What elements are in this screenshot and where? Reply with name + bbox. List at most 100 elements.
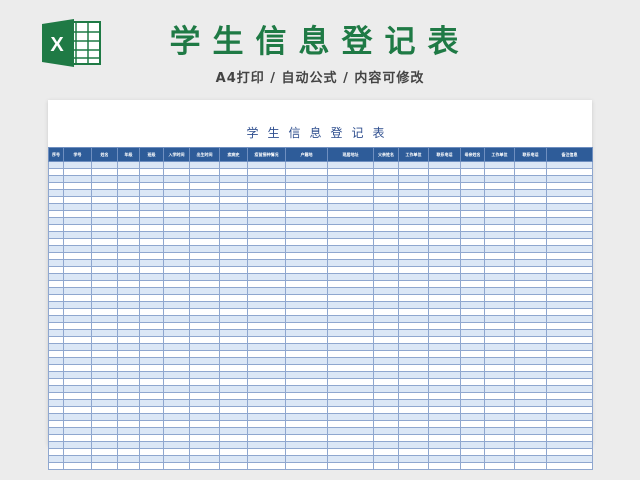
table-cell[interactable] bbox=[247, 329, 286, 337]
table-cell[interactable] bbox=[398, 266, 429, 274]
table-cell[interactable] bbox=[189, 336, 220, 344]
table-cell[interactable] bbox=[514, 280, 547, 288]
table-cell[interactable] bbox=[484, 399, 515, 407]
table-cell[interactable] bbox=[460, 336, 485, 344]
table-cell[interactable] bbox=[189, 427, 220, 435]
table-cell[interactable] bbox=[484, 287, 515, 295]
table-cell[interactable] bbox=[163, 448, 190, 456]
column-header[interactable]: 母亲姓名 bbox=[460, 147, 485, 162]
table-cell[interactable] bbox=[247, 196, 286, 204]
table-cell[interactable] bbox=[139, 231, 164, 239]
table-cell[interactable] bbox=[117, 259, 140, 267]
table-cell[interactable] bbox=[91, 371, 118, 379]
table-cell[interactable] bbox=[514, 168, 547, 176]
table-cell[interactable] bbox=[189, 203, 220, 211]
table-cell[interactable] bbox=[163, 364, 190, 372]
table-cell[interactable] bbox=[460, 399, 485, 407]
table-cell[interactable] bbox=[189, 280, 220, 288]
table-cell[interactable] bbox=[91, 462, 118, 470]
table-cell[interactable] bbox=[460, 385, 485, 393]
table-cell[interactable] bbox=[514, 329, 547, 337]
table-cell[interactable] bbox=[398, 434, 429, 442]
table-cell[interactable] bbox=[428, 399, 461, 407]
table-cell[interactable] bbox=[428, 420, 461, 428]
table-cell[interactable] bbox=[247, 357, 286, 365]
table-cell[interactable] bbox=[514, 308, 547, 316]
table-cell[interactable] bbox=[428, 266, 461, 274]
table-cell[interactable] bbox=[139, 434, 164, 442]
table-cell[interactable] bbox=[48, 392, 64, 400]
table-cell[interactable] bbox=[163, 252, 190, 260]
table-cell[interactable] bbox=[163, 161, 190, 169]
table-cell[interactable] bbox=[460, 455, 485, 463]
table-cell[interactable] bbox=[247, 301, 286, 309]
table-cell[interactable] bbox=[91, 455, 118, 463]
table-cell[interactable] bbox=[91, 364, 118, 372]
table-cell[interactable] bbox=[398, 378, 429, 386]
table-cell[interactable] bbox=[373, 161, 399, 169]
table-cell[interactable] bbox=[139, 217, 164, 225]
table-cell[interactable] bbox=[398, 189, 429, 197]
table-cell[interactable] bbox=[63, 287, 92, 295]
table-cell[interactable] bbox=[484, 161, 515, 169]
table-cell[interactable] bbox=[48, 224, 64, 232]
table-cell[interactable] bbox=[117, 455, 140, 463]
table-cell[interactable] bbox=[327, 413, 374, 421]
table-cell[interactable] bbox=[189, 175, 220, 183]
table-cell[interactable] bbox=[514, 448, 547, 456]
table-cell[interactable] bbox=[117, 434, 140, 442]
table-cell[interactable] bbox=[327, 441, 374, 449]
table-cell[interactable] bbox=[373, 378, 399, 386]
table-cell[interactable] bbox=[163, 392, 190, 400]
table-cell[interactable] bbox=[546, 168, 593, 176]
table-cell[interactable] bbox=[63, 392, 92, 400]
table-cell[interactable] bbox=[189, 413, 220, 421]
table-cell[interactable] bbox=[398, 420, 429, 428]
table-cell[interactable] bbox=[117, 357, 140, 365]
table-cell[interactable] bbox=[247, 385, 286, 393]
table-cell[interactable] bbox=[285, 196, 328, 204]
table-cell[interactable] bbox=[139, 448, 164, 456]
table-cell[interactable] bbox=[63, 252, 92, 260]
table-cell[interactable] bbox=[247, 462, 286, 470]
table-cell[interactable] bbox=[546, 301, 593, 309]
column-header[interactable]: 工作单位 bbox=[398, 147, 429, 162]
table-cell[interactable] bbox=[247, 308, 286, 316]
table-cell[interactable] bbox=[91, 168, 118, 176]
table-cell[interactable] bbox=[163, 462, 190, 470]
table-cell[interactable] bbox=[428, 329, 461, 337]
table-cell[interactable] bbox=[514, 189, 547, 197]
table-cell[interactable] bbox=[327, 371, 374, 379]
table-cell[interactable] bbox=[428, 224, 461, 232]
table-cell[interactable] bbox=[48, 343, 64, 351]
table-cell[interactable] bbox=[247, 252, 286, 260]
table-cell[interactable] bbox=[428, 441, 461, 449]
table-cell[interactable] bbox=[163, 315, 190, 323]
table-cell[interactable] bbox=[63, 329, 92, 337]
table-cell[interactable] bbox=[514, 294, 547, 302]
table-cell[interactable] bbox=[546, 196, 593, 204]
table-cell[interactable] bbox=[219, 203, 248, 211]
table-cell[interactable] bbox=[163, 329, 190, 337]
table-cell[interactable] bbox=[327, 287, 374, 295]
table-cell[interactable] bbox=[460, 245, 485, 253]
table-cell[interactable] bbox=[428, 273, 461, 281]
table-cell[interactable] bbox=[514, 322, 547, 330]
table-cell[interactable] bbox=[514, 350, 547, 358]
table-cell[interactable] bbox=[117, 287, 140, 295]
table-cell[interactable] bbox=[327, 175, 374, 183]
table-cell[interactable] bbox=[48, 329, 64, 337]
table-cell[interactable] bbox=[428, 392, 461, 400]
table-cell[interactable] bbox=[48, 427, 64, 435]
table-cell[interactable] bbox=[48, 245, 64, 253]
column-header[interactable]: 工作单位 bbox=[484, 147, 515, 162]
table-cell[interactable] bbox=[484, 231, 515, 239]
table-cell[interactable] bbox=[327, 238, 374, 246]
table-cell[interactable] bbox=[189, 399, 220, 407]
table-cell[interactable] bbox=[460, 231, 485, 239]
table-cell[interactable] bbox=[163, 203, 190, 211]
table-cell[interactable] bbox=[48, 448, 64, 456]
table-cell[interactable] bbox=[247, 161, 286, 169]
table-cell[interactable] bbox=[63, 294, 92, 302]
table-cell[interactable] bbox=[285, 343, 328, 351]
